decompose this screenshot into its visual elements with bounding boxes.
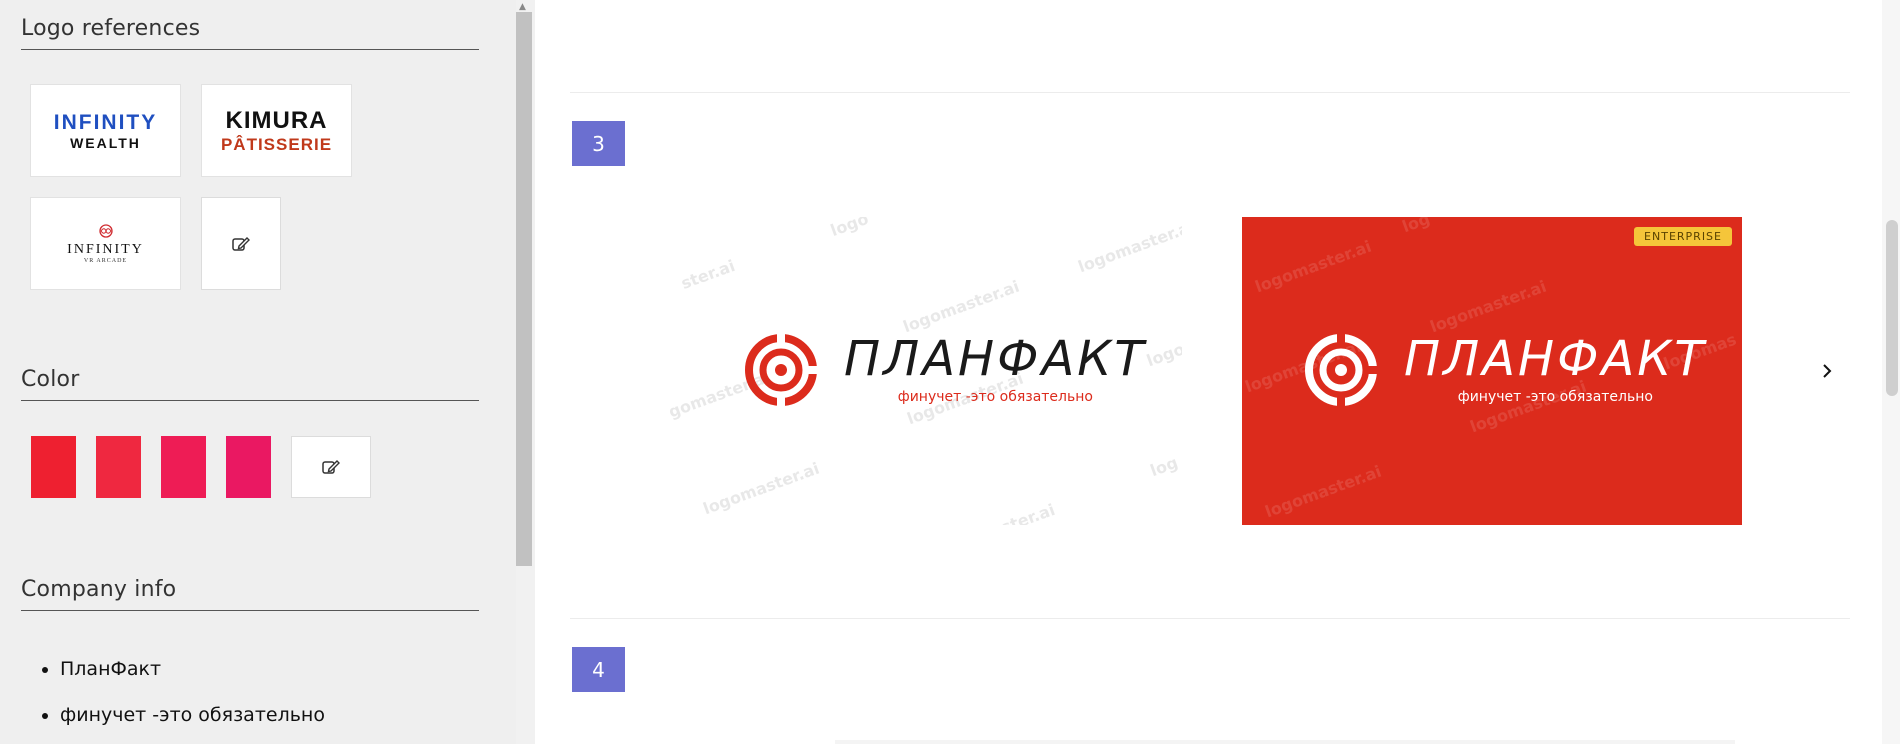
watermark: log: [1147, 452, 1181, 481]
main-scrollbar-thumb[interactable]: [1886, 220, 1898, 396]
reference-line1: INFINITY: [53, 110, 158, 134]
edit-icon: [232, 236, 250, 251]
reference-line2: WEALTH: [70, 134, 141, 151]
logo-preview-red[interactable]: log logomaster.ai logomaster.ai logomas …: [1242, 217, 1742, 525]
logo-lockup-inverted: ПЛАНФАКТ финучет -это обязательно: [1304, 333, 1707, 407]
watermark: ster.ai: [678, 255, 738, 294]
logo-reference-kimura-patisserie[interactable]: KIMURA PÂTISSERIE: [201, 84, 352, 177]
logo-lockup: ПЛАНФАКТ финучет -это обязательно: [744, 333, 1147, 407]
logo-name: ПЛАНФАКТ: [844, 331, 1147, 387]
logo-reference-infinity-vr[interactable]: INFINITY VR ARCADE: [30, 197, 181, 290]
watermark: ster.ai: [998, 499, 1058, 525]
infinity-icon: [98, 223, 113, 238]
watermark: logomas: [1144, 326, 1182, 371]
target-icon: [1305, 333, 1378, 407]
color-swatch-3[interactable]: [161, 436, 206, 498]
next-preview-button[interactable]: [1812, 356, 1842, 386]
logo-reference-infinity-wealth[interactable]: INFINITY WEALTH: [30, 84, 181, 177]
watermark: logo: [827, 217, 871, 241]
watermark: logomaster.ai: [1252, 236, 1374, 297]
target-icon: [745, 333, 818, 407]
watermark: logomaster.ai: [1427, 276, 1549, 337]
sidebar-scrollbar-thumb[interactable]: [516, 12, 532, 566]
reference-line1: KIMURA: [225, 106, 328, 134]
section-divider: [570, 92, 1850, 93]
reference-line2: PÂTISSERIE: [220, 134, 333, 154]
edit-colors-button[interactable]: [291, 436, 371, 498]
company-info-list: ПланФакт финучет -это обязательно: [60, 658, 325, 744]
company-info-name: ПланФакт: [60, 658, 325, 680]
logo-tagline: финучет -это обязательно: [897, 389, 1093, 405]
enterprise-badge: ENTERPRISE: [1634, 227, 1732, 246]
reference-line1: INFINITY: [67, 241, 144, 257]
color-swatch-4[interactable]: [226, 436, 271, 498]
watermark: logomaster.ai: [900, 276, 1022, 337]
section-number-badge: 4: [572, 647, 625, 692]
watermark: logomaster.ai: [700, 458, 822, 519]
next-preview-edge: [835, 740, 1735, 744]
reference-line2: VR ARCADE: [83, 257, 128, 264]
watermark: logomaster.ai: [1075, 217, 1182, 277]
color-swatch-2[interactable]: [96, 436, 141, 498]
section-divider: [570, 618, 1850, 619]
chevron-right-icon: [1823, 364, 1832, 378]
color-swatch-1[interactable]: [31, 436, 76, 498]
edit-icon: [322, 460, 340, 474]
logo-preview-light[interactable]: logo logomaster.ai ster.ai logomaster.ai…: [670, 217, 1182, 525]
company-info-title: Company info: [21, 577, 479, 611]
watermark: logomaster.ai: [1262, 461, 1384, 522]
logo-references-title: Logo references: [21, 16, 479, 50]
logo-name: ПЛАНФАКТ: [1404, 331, 1707, 387]
company-info-slogan: финучет -это обязательно: [60, 704, 325, 726]
scroll-up-arrow-icon[interactable]: ▲: [519, 2, 526, 12]
sidebar: Logo references INFINITY WEALTH KIMURA P…: [0, 0, 516, 744]
logo-tagline: финучет -это обязательно: [1457, 389, 1653, 405]
section-number-badge: 3: [572, 121, 625, 166]
color-title: Color: [21, 367, 479, 401]
edit-references-button[interactable]: [201, 197, 281, 290]
watermark: log: [1399, 217, 1433, 237]
